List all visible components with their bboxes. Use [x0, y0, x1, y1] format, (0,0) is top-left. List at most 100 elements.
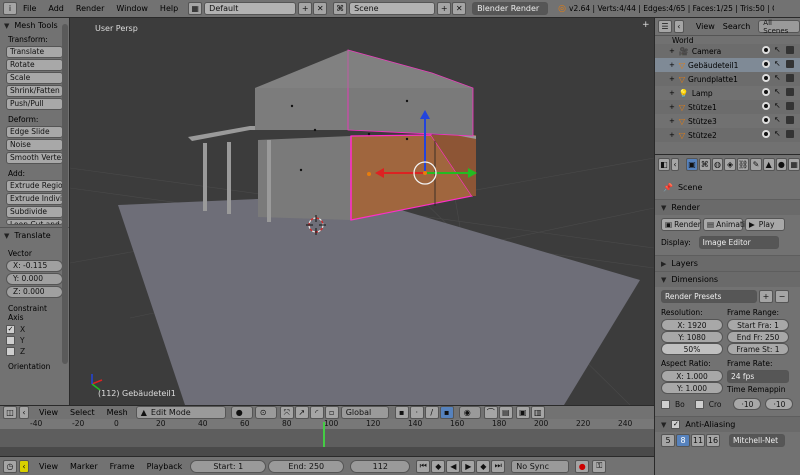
screen-layout-icon[interactable]: ▦: [188, 2, 203, 15]
data-tab-icon[interactable]: ▲: [762, 157, 775, 171]
menu-window[interactable]: Window: [116, 4, 148, 13]
add-preset-button[interactable]: +: [759, 290, 773, 303]
jump-start-icon[interactable]: ⏮: [416, 459, 431, 473]
selectability-icon[interactable]: ↖: [774, 74, 782, 82]
visibility-icon[interactable]: [762, 88, 770, 96]
scene-icon[interactable]: ⌘: [333, 2, 348, 15]
current-frame-field[interactable]: 112: [350, 459, 411, 473]
render-still-button[interactable]: ▣ Render: [661, 218, 701, 231]
subdivide-button[interactable]: Subdivide: [6, 206, 63, 218]
outliner-item[interactable]: + ▽ Grundplatte1 ↖: [655, 72, 800, 86]
tl-menu-marker[interactable]: Marker: [70, 462, 98, 471]
tl-menu-frame[interactable]: Frame: [110, 462, 135, 471]
render-panel-header[interactable]: ▼ Render: [655, 199, 800, 215]
remove-layout-button[interactable]: ✕: [313, 2, 328, 15]
proportional-edit-selector[interactable]: ◉: [458, 406, 481, 419]
outliner-item[interactable]: + ▽ Stütze3 ↖: [655, 114, 800, 128]
extrude-region-button[interactable]: Extrude Region: [6, 180, 63, 192]
resolution-x-field[interactable]: X: 1920: [661, 319, 723, 331]
scene-tab-icon[interactable]: ⌘: [698, 157, 711, 171]
world-tab-icon[interactable]: ◍: [711, 157, 724, 171]
expand-icon[interactable]: +: [669, 89, 675, 97]
render-animation-button[interactable]: ▤ Animati: [703, 218, 745, 231]
resolution-percentage-field[interactable]: 50%: [661, 343, 723, 355]
vertex-select-icon[interactable]: ·: [409, 406, 424, 419]
shrink-fatten-button[interactable]: Shrink/Fatten: [6, 85, 63, 97]
camera-render-icon[interactable]: ▥: [530, 406, 545, 419]
selectability-icon[interactable]: ↖: [774, 88, 782, 96]
play-animation-button[interactable]: ▶ Play: [745, 218, 785, 231]
remove-scene-button[interactable]: ✕: [452, 2, 467, 15]
menu-collapse-icon[interactable]: ‹: [19, 406, 29, 419]
visibility-icon[interactable]: [762, 60, 770, 68]
render-engine-selector[interactable]: Blender Render: [472, 2, 549, 15]
edge-slide-button[interactable]: Edge Slide: [6, 126, 63, 138]
next-key-icon[interactable]: ◆: [476, 459, 491, 473]
push-pull-button[interactable]: Push/Pull: [6, 98, 63, 110]
renderability-icon[interactable]: [786, 116, 794, 124]
dimensions-panel-header[interactable]: ▼ Dimensions: [655, 271, 800, 287]
aspect-y-field[interactable]: Y: 1.000: [661, 382, 723, 394]
resolution-y-field[interactable]: Y: 1080: [661, 331, 723, 343]
3d-viewport[interactable]: User Persp (112) Gebäudeteil1 +: [70, 18, 654, 405]
start-frame-property[interactable]: Start Fra: 1: [727, 319, 789, 331]
end-frame-field[interactable]: End: 250: [268, 459, 345, 473]
expand-icon[interactable]: +: [669, 131, 675, 139]
border-checkbox[interactable]: Bo: [661, 399, 685, 409]
editor-type-timeline-icon[interactable]: ◷: [3, 459, 17, 473]
outliner-item[interactable]: + ▽ Stütze1 ↖: [655, 100, 800, 114]
manipulator-toggle-icon[interactable]: ⤧: [279, 406, 294, 419]
start-frame-field[interactable]: Start: 1: [190, 459, 267, 473]
smooth-vertex-button[interactable]: Smooth Vertex: [6, 152, 63, 164]
play-reverse-icon[interactable]: ◀: [446, 459, 461, 473]
layers-panel-header[interactable]: ▶ Layers: [655, 255, 800, 271]
vp-menu-select[interactable]: Select: [70, 408, 95, 417]
loop-cut-button[interactable]: Loop Cut and S: [6, 219, 63, 225]
render-tab-icon[interactable]: ▣: [686, 157, 698, 171]
visibility-icon[interactable]: [762, 46, 770, 54]
keying-set-icon[interactable]: ⚿: [592, 459, 607, 473]
vp-menu-mesh[interactable]: Mesh: [107, 408, 128, 417]
tool-shelf-scrollbar[interactable]: [62, 24, 68, 364]
edge-select-icon[interactable]: /: [424, 406, 439, 419]
transform-orientation-selector[interactable]: Global: [340, 406, 389, 419]
snap-icon[interactable]: ⌒: [483, 406, 498, 419]
rotate-button[interactable]: Rotate: [6, 59, 63, 71]
expand-icon[interactable]: +: [669, 103, 675, 111]
vector-x-field[interactable]: X: -0.115: [6, 260, 63, 272]
selectability-icon[interactable]: ↖: [774, 60, 782, 68]
toggle-properties-button[interactable]: +: [642, 20, 652, 30]
aa-samples-16[interactable]: 16: [706, 434, 720, 447]
snap-element-icon[interactable]: ▤: [498, 406, 513, 419]
vector-y-field[interactable]: Y: 0.000: [6, 273, 63, 285]
outliner-item[interactable]: + ▽ Gebäudeteil1 ↖: [655, 58, 800, 72]
display-selector[interactable]: Image Editor: [698, 236, 779, 249]
time-remap-new-field[interactable]: ·10: [765, 398, 794, 410]
outliner-item[interactable]: + 🎥 Camera ↖: [655, 44, 800, 58]
menu-collapse-icon[interactable]: ‹: [673, 20, 684, 33]
renderability-icon[interactable]: [786, 102, 794, 110]
renderability-icon[interactable]: [786, 74, 794, 82]
menu-file[interactable]: File: [23, 4, 36, 13]
translate-operator-header[interactable]: ▼ Translate: [0, 227, 69, 243]
selectability-icon[interactable]: ↖: [774, 102, 782, 110]
aa-samples-5[interactable]: 5: [661, 434, 675, 447]
aa-enable-checkbox[interactable]: ✓: [671, 420, 681, 429]
aa-samples-11[interactable]: 11: [691, 434, 705, 447]
crop-checkbox[interactable]: Cro: [694, 399, 721, 409]
constraint-y-checkbox[interactable]: Y: [6, 336, 63, 345]
aa-samples-8[interactable]: 8: [676, 434, 690, 447]
extrude-individual-button[interactable]: Extrude Individ: [6, 193, 63, 205]
pivot-selector[interactable]: ⊙: [254, 406, 277, 419]
render-preview-icon[interactable]: ▣: [515, 406, 530, 419]
renderability-icon[interactable]: [786, 88, 794, 96]
modifiers-tab-icon[interactable]: ✎: [750, 157, 762, 171]
renderability-icon[interactable]: [786, 130, 794, 138]
face-select-icon[interactable]: ▪: [439, 406, 454, 419]
selectability-icon[interactable]: ↖: [774, 46, 782, 54]
menu-collapse-icon[interactable]: ‹: [19, 459, 29, 473]
constraint-z-checkbox[interactable]: Z: [6, 347, 63, 356]
expand-icon[interactable]: +: [669, 61, 675, 69]
menu-render[interactable]: Render: [76, 4, 104, 13]
texture-tab-icon[interactable]: ▦: [788, 157, 800, 171]
